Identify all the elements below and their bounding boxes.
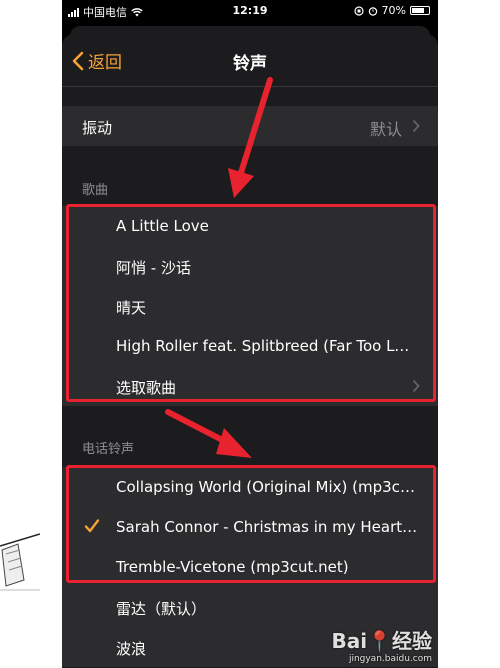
chevron-right-icon [412, 379, 420, 393]
ringtones-section-header: 电话铃声 [82, 442, 135, 457]
pick-song-row[interactable]: 选取歌曲 [62, 366, 438, 406]
ringtone-item[interactable]: Tremble-Vicetone (mp3cut.net) [62, 547, 438, 587]
songs-section-header: 歌曲 [82, 183, 109, 198]
song-item[interactable]: 阿悄 - 沙话 [62, 246, 438, 286]
watermark: Bai📍经验 jingyan.baidu.com [332, 625, 433, 664]
page-title: 铃声 [233, 54, 267, 74]
song-item[interactable]: High Roller feat. Splitbreed (Far Too Lo… [62, 326, 438, 366]
song-item[interactable]: A Little Love [62, 206, 438, 246]
vibration-label: 振动 [82, 119, 113, 137]
ringtone-item[interactable]: Collapsing World (Original Mix) (mp3cut.… [62, 467, 438, 507]
pick-song-label: 选取歌曲 [116, 379, 177, 397]
nav-divider [62, 86, 438, 87]
ringtone-title: 雷达（默认） [116, 600, 207, 618]
status-bar: 中国电信 12:19 70% [62, 0, 438, 22]
song-title: A Little Love [116, 217, 209, 235]
chevron-right-icon [412, 119, 420, 133]
orientation-lock-icon [353, 5, 364, 16]
vibration-value: 默认 [369, 120, 402, 139]
external-thumbnail [0, 520, 40, 610]
watermark-url: jingyan.baidu.com [348, 654, 432, 664]
alarm-icon [368, 6, 377, 16]
song-item[interactable]: 晴天 [62, 286, 438, 326]
song-title: High Roller feat. Splitbreed (Far Too Lo… [116, 337, 418, 355]
song-title: 阿悄 - 沙话 [116, 259, 191, 277]
ringtone-item-selected[interactable]: Sarah Connor - Christmas in my Heart (m.… [62, 507, 438, 547]
watermark-logo: Bai📍经验 [331, 629, 433, 653]
checkmark-icon [84, 519, 100, 533]
battery-icon [410, 6, 430, 15]
battery-percent: 70% [381, 4, 406, 17]
phone-screen: 中国电信 12:19 70% 返回 铃声 振动 默认 歌曲 A Little L… [62, 0, 438, 668]
ringtone-title: Collapsing World (Original Mix) (mp3cut.… [116, 478, 418, 496]
ringtone-item[interactable]: 雷达（默认） [62, 587, 438, 627]
nav-bar: 返回 铃声 [62, 34, 438, 86]
ringtone-title: Sarah Connor - Christmas in my Heart (m.… [116, 518, 418, 536]
ringtone-title: Tremble-Vicetone (mp3cut.net) [116, 558, 349, 576]
song-title: 晴天 [116, 299, 147, 317]
vibration-row[interactable]: 振动 默认 [62, 106, 438, 146]
ringtone-sheet: 返回 铃声 振动 默认 歌曲 A Little Love 阿悄 - 沙话 晴天 [62, 34, 438, 668]
